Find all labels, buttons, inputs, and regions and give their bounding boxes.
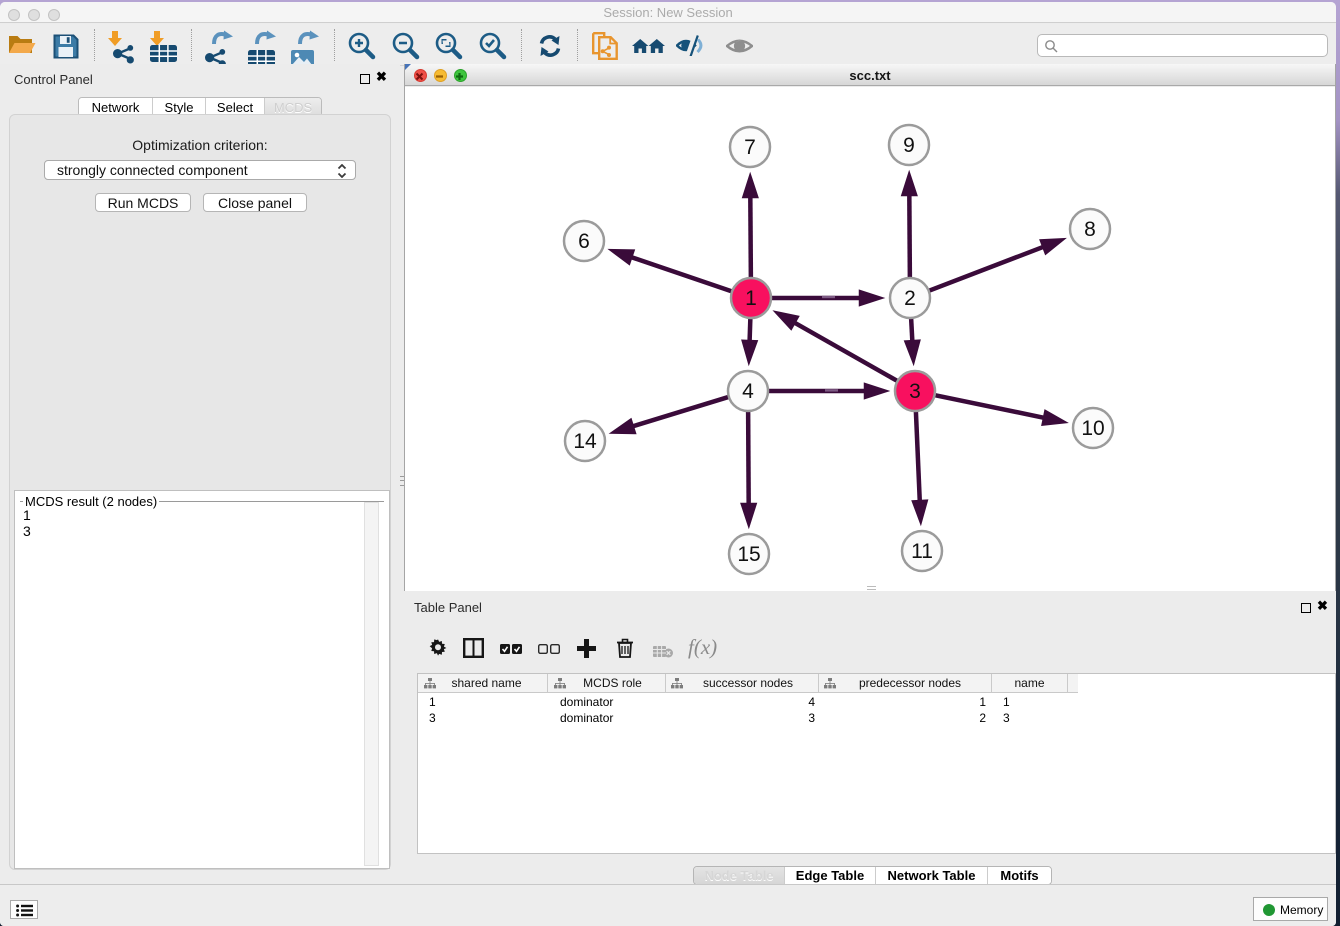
svg-text:15: 15 [737,543,760,566]
svg-text:8: 8 [1084,218,1096,241]
svg-text:2: 2 [904,287,916,310]
svg-text:3: 3 [909,380,921,403]
svg-text:14: 14 [573,430,597,453]
svg-text:11: 11 [911,540,933,563]
svg-text:4: 4 [742,380,754,403]
svg-text:7: 7 [744,136,756,159]
svg-text:9: 9 [903,134,915,157]
svg-text:1: 1 [745,287,757,310]
svg-text:6: 6 [578,230,590,253]
svg-text:10: 10 [1081,417,1104,440]
